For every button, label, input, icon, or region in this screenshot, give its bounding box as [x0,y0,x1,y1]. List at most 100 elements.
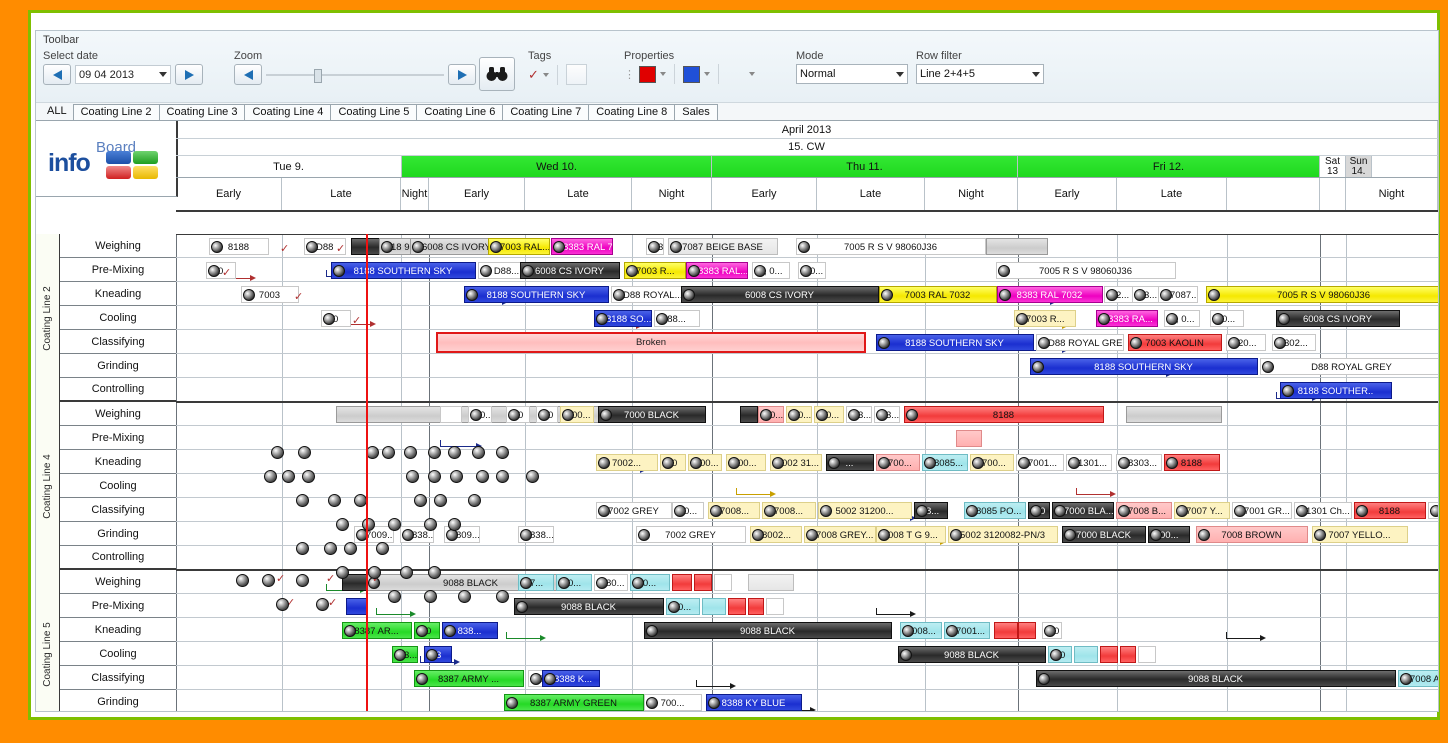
line-tab-strip[interactable]: ALL Coating Line 2 Coating Line 3 Coating L… [36,103,1438,121]
gantt-bar[interactable]: 7008... [708,502,760,519]
gantt-bar[interactable]: 0 [206,262,236,279]
operation-marker-icon[interactable] [376,542,389,555]
gantt-bar[interactable]: 3... [874,406,900,423]
gantt-bar[interactable]: 0... [758,406,784,423]
operation-marker-icon[interactable] [472,446,485,459]
operation-marker-icon[interactable] [424,590,437,603]
operation-marker-icon[interactable] [434,494,447,507]
next-date-button[interactable] [175,64,203,85]
gantt-bar[interactable]: 0... [666,598,700,615]
timeline-day-2[interactable]: Thu 11. [712,156,1018,177]
row-label-kneading[interactable]: Kneading [60,282,176,306]
gantt-bar[interactable]: 7003 R... [1014,310,1076,327]
operation-marker-icon[interactable] [262,574,275,587]
gantt-bar[interactable]: 008... [900,622,942,639]
gantt-bar[interactable]: 7001 GR... [1232,502,1292,519]
row-label-weighing[interactable]: Weighing [60,402,176,426]
operation-marker-icon[interactable] [428,470,441,483]
gantt-bar[interactable]: 8387 AR... [342,622,412,639]
gantt-bar[interactable]: 8303... [1116,454,1162,471]
gantt-bar[interactable]: 3 [424,646,452,663]
timeline-shift-1[interactable]: Late [282,178,401,210]
operation-marker-icon[interactable] [336,566,349,579]
operation-marker-icon[interactable] [368,566,381,579]
gantt-bar[interactable]: 7008 GREY... [804,526,876,543]
gantt-bar[interactable]: 7007 Y... [1174,502,1230,519]
gantt-bar[interactable]: 7003 R... [624,262,686,279]
tab-coating-line-5[interactable]: Coating Line 5 [330,104,418,120]
timeline-shift-0[interactable]: Early [176,178,282,210]
row-label-classifying[interactable]: Classifying [60,330,176,354]
gantt-bar[interactable]: 7000 BLACK [598,406,706,423]
gantt-bar[interactable]: 8188 SOUTHERN SKY [331,262,476,279]
timeline-day-0[interactable]: Tue 9. [176,156,402,177]
gantt-bar[interactable]: 8387 ARMY GREEN [504,694,644,711]
gantt-bar[interactable] [1120,646,1136,663]
operation-marker-icon[interactable] [336,518,349,531]
operation-marker-icon[interactable] [406,470,419,483]
operation-marker-icon[interactable] [496,590,509,603]
gantt-bar[interactable]: Broken [436,332,866,353]
timeline-day-row[interactable]: Tue 9. Wed 10. Thu 11. Fri 12. Sat 13 Sun 14. [176,156,1438,178]
gantt-bar[interactable]: 9088 BLACK [898,646,1046,663]
gantt-bar[interactable] [956,430,982,447]
gantt-bar[interactable]: 3... [1132,286,1160,303]
row-label-pre-mixing[interactable]: Pre-Mixing [60,594,176,618]
gantt-bar[interactable]: 6008 CS IVORY [681,286,879,303]
gantt-bar[interactable]: 0... [468,406,492,423]
row-label-kneading[interactable]: Kneading [60,450,176,474]
tag-check-icon[interactable]: ✓ [528,67,539,83]
gantt-plot-area[interactable]: 8188 D88 18 98 6008 CS IVORY 7003 RAL... 8383… [176,234,1438,711]
gantt-bar[interactable]: 8383 RAL... [686,262,748,279]
gantt-bar[interactable]: 302... [1272,334,1316,351]
row-label-cooling[interactable]: Cooling [60,474,176,498]
date-input[interactable]: 09 04 2013 [75,65,171,84]
gantt-bar[interactable]: D88 ROYAL GREY [1260,358,1438,375]
operation-marker-icon[interactable] [424,518,437,531]
timeline-shift-11[interactable] [1227,178,1320,210]
operation-marker-icon[interactable] [458,590,471,603]
timeline-shift-7[interactable]: Late [817,178,925,210]
properties-info-icon[interactable]: ⋮ [624,68,635,81]
gantt-bar[interactable]: 2... [1104,286,1134,303]
operation-marker-icon[interactable] [296,542,309,555]
row-filter-select[interactable]: Line 2+4+5 [916,64,1044,84]
zoom-out-button[interactable] [234,64,262,85]
timeline-day-4[interactable]: Sat 13 [1320,156,1346,177]
gantt-bar[interactable]: 7000 BLA... [1052,502,1114,519]
row-label-cooling[interactable]: Cooling [60,642,176,666]
operation-marker-icon[interactable] [496,470,509,483]
property-color-red-swatch[interactable] [639,65,656,83]
gantt-bar[interactable] [672,574,692,591]
gantt-bar[interactable]: 700... [876,454,920,471]
timeline-shift-row[interactable]: Early Late Night Early Late Night Early Late Nig… [176,178,1438,212]
gantt-bar[interactable]: 8188 SOUTHERN SKY [464,286,609,303]
tab-coating-line-7[interactable]: Coating Line 7 [502,104,590,120]
tab-sales[interactable]: Sales [674,104,718,120]
gantt-bar[interactable]: 7... [518,574,554,591]
gantt-bar[interactable]: 7003 KAOLIN [1128,334,1222,351]
row-label-grinding[interactable]: Grinding [60,354,176,378]
gantt-bar[interactable]: 8188 SO... [594,310,652,327]
operation-marker-icon[interactable] [264,470,277,483]
tab-coating-line-3[interactable]: Coating Line 3 [158,104,246,120]
operation-marker-icon[interactable] [236,574,249,587]
chevron-down-icon[interactable] [159,72,167,77]
gantt-bar[interactable]: 8383 RAL 70... [551,238,613,255]
operation-marker-icon[interactable] [448,446,461,459]
gantt-bar[interactable]: D88 ROYAL... [611,286,683,303]
row-label-controlling[interactable]: Controlling [60,378,176,402]
chevron-down-icon[interactable] [896,71,904,77]
gantt-bar[interactable]: 5002 3120082-PN/3 [948,526,1058,543]
row-label-pre-mixing[interactable]: Pre-Mixing [60,426,176,450]
gantt-bar[interactable]: 0... [798,262,826,279]
gantt-bar[interactable]: 8388 KY BLUE [706,694,802,711]
gantt-bar[interactable]: 0... [1210,310,1244,327]
row-label-controlling[interactable]: Controlling [60,546,176,570]
gantt-bar[interactable]: 00... [688,454,722,471]
gantt-bar[interactable]: 7008 B... [1116,502,1172,519]
gantt-bar[interactable]: 8188 [209,238,269,255]
gantt-bar[interactable]: 20... [1226,334,1266,351]
gantt-bar[interactable]: 9088 BLACK [1036,670,1396,687]
timeline-shift-2[interactable]: Night [401,178,429,210]
